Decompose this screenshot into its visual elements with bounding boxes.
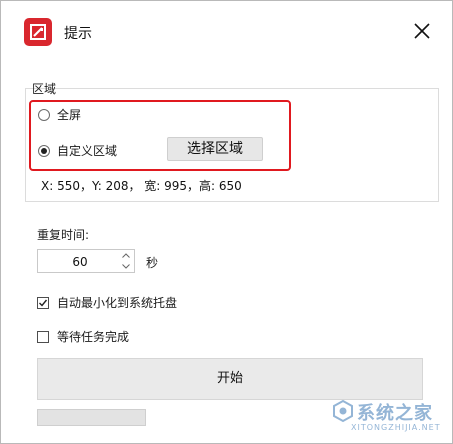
stepper-down-button[interactable] [118, 261, 134, 272]
window-title: 提示 [64, 26, 92, 42]
region-coordinates: X: 550，Y: 208， 宽: 995，高: 650 [41, 179, 242, 193]
wait-task-complete-checkbox[interactable] [37, 330, 49, 343]
watermark-subtext: XITONGZHIJIA.NET [351, 423, 441, 432]
repeat-time-input[interactable] [38, 250, 122, 274]
watermark: 系统之家 XITONGZHIJIA.NET [329, 395, 447, 439]
close-icon [414, 23, 430, 39]
repeat-time-unit: 秒 [146, 256, 159, 270]
start-button[interactable]: 开始 [37, 358, 423, 400]
wait-task-complete-option[interactable]: 等待任务完成 [37, 328, 129, 345]
minimize-to-tray-option[interactable]: 自动最小化到系统托盘 [37, 294, 177, 311]
watermark-logo-icon [333, 399, 353, 423]
stepper-up-button[interactable] [118, 250, 134, 261]
repeat-time-stepper [37, 249, 135, 274]
checkmark-icon [39, 299, 48, 307]
wait-task-complete-label: 等待任务完成 [57, 330, 130, 344]
chevron-up-icon [122, 253, 130, 258]
watermark-text: 系统之家 [357, 403, 433, 424]
minimize-to-tray-label: 自动最小化到系统托盘 [57, 296, 178, 310]
annotation-highlight-box [29, 100, 291, 171]
close-button[interactable] [405, 15, 439, 47]
app-logo-icon [24, 18, 52, 46]
repeat-time-label: 重复时间: [37, 228, 90, 242]
minimize-to-tray-checkbox[interactable] [37, 296, 49, 309]
region-group-label: 区域 [32, 82, 57, 96]
chevron-down-icon [122, 264, 130, 269]
progress-bar [37, 409, 146, 426]
dialog-window: 提示 区域 全屏 自定义区域 选择区域 X: 550，Y: 208， 宽: 99… [0, 0, 453, 444]
